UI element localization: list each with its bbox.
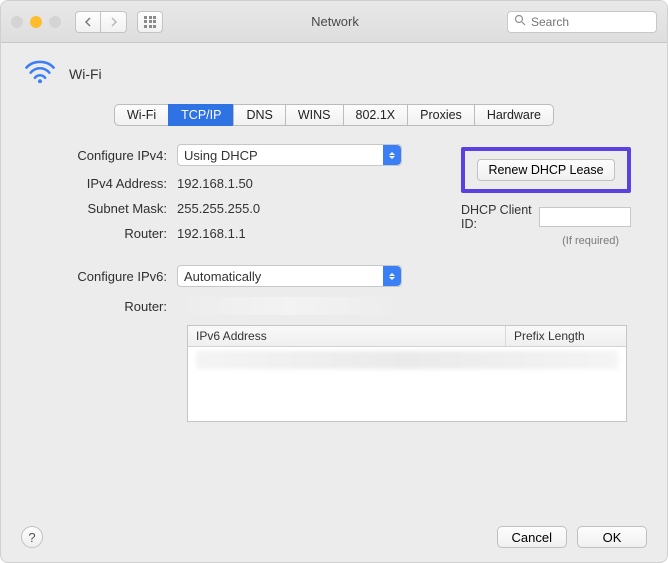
ipv6-address-table: IPv6 Address Prefix Length: [187, 325, 627, 422]
show-all-button[interactable]: [137, 11, 163, 33]
grid-icon: [144, 16, 156, 28]
renew-dhcp-lease-button[interactable]: Renew DHCP Lease: [477, 159, 614, 181]
table-body[interactable]: [188, 351, 626, 421]
configure-ipv6-value: Automatically: [184, 269, 261, 284]
interface-header: Wi-Fi: [1, 43, 667, 100]
help-icon: ?: [28, 530, 35, 545]
dhcp-client-id-label: DHCP Client ID:: [461, 203, 533, 231]
subnet-mask-label: Subnet Mask:: [37, 201, 177, 216]
tab-tcpip[interactable]: TCP/IP: [168, 104, 233, 126]
configure-ipv4-label: Configure IPv4:: [37, 148, 177, 163]
updown-caret-icon: [383, 145, 401, 165]
window-title: Network: [173, 14, 497, 29]
interface-name: Wi-Fi: [69, 66, 102, 82]
col-prefix-length[interactable]: Prefix Length: [506, 326, 626, 346]
subnet-mask-value: 255.255.255.0: [177, 201, 260, 216]
ipv4-address-value: 192.168.1.50: [177, 176, 253, 191]
updown-caret-icon: [383, 266, 401, 286]
titlebar: Network: [1, 1, 667, 43]
zoom-window-icon[interactable]: [49, 16, 61, 28]
forward-button[interactable]: [101, 11, 127, 33]
configure-ipv4-value: Using DHCP: [184, 148, 258, 163]
search-field[interactable]: [507, 11, 657, 33]
ok-button[interactable]: OK: [577, 526, 647, 548]
table-row: [196, 351, 618, 369]
close-window-icon[interactable]: [11, 16, 23, 28]
tab-wifi[interactable]: Wi-Fi: [114, 104, 168, 126]
table-header: IPv6 Address Prefix Length: [188, 326, 626, 347]
help-button[interactable]: ?: [21, 526, 43, 548]
ipv6-router-label: Router:: [37, 299, 177, 314]
back-button[interactable]: [75, 11, 101, 33]
tab-8021x[interactable]: 802.1X: [343, 104, 408, 126]
traffic-lights: [11, 16, 61, 28]
if-required-label: (If required): [562, 235, 619, 247]
tabs: Wi-Fi TCP/IP DNS WINS 802.1X Proxies Har…: [1, 104, 667, 126]
cancel-button[interactable]: Cancel: [497, 526, 567, 548]
chevron-right-icon: [110, 17, 118, 27]
tab-proxies[interactable]: Proxies: [407, 104, 474, 126]
network-prefs-window: Network Wi-Fi Wi-Fi TCP/IP DNS WINS 802.…: [0, 0, 668, 563]
nav-buttons: [75, 11, 127, 33]
tab-wins[interactable]: WINS: [285, 104, 343, 126]
dhcp-sidebar: Renew DHCP Lease DHCP Client ID: (If req…: [461, 147, 631, 247]
tab-dns[interactable]: DNS: [233, 104, 284, 126]
dhcp-client-id-input[interactable]: [539, 207, 631, 227]
ipv4-router-value: 192.168.1.1: [177, 226, 246, 241]
footer: ? Cancel OK: [1, 512, 667, 562]
wifi-icon: [23, 57, 57, 90]
configure-ipv6-label: Configure IPv6:: [37, 269, 177, 284]
ipv6-router-value: [177, 297, 402, 315]
ipv4-address-label: IPv4 Address:: [37, 176, 177, 191]
ipv4-router-label: Router:: [37, 226, 177, 241]
tab-hardware[interactable]: Hardware: [474, 104, 554, 126]
renew-highlight-box: Renew DHCP Lease: [461, 147, 631, 193]
configure-ipv6-select[interactable]: Automatically: [177, 265, 402, 287]
chevron-left-icon: [84, 17, 92, 27]
configure-ipv4-select[interactable]: Using DHCP: [177, 144, 402, 166]
search-icon: [514, 14, 526, 29]
minimize-window-icon[interactable]: [30, 16, 42, 28]
search-input[interactable]: [531, 15, 650, 29]
col-ipv6-address[interactable]: IPv6 Address: [188, 326, 506, 346]
